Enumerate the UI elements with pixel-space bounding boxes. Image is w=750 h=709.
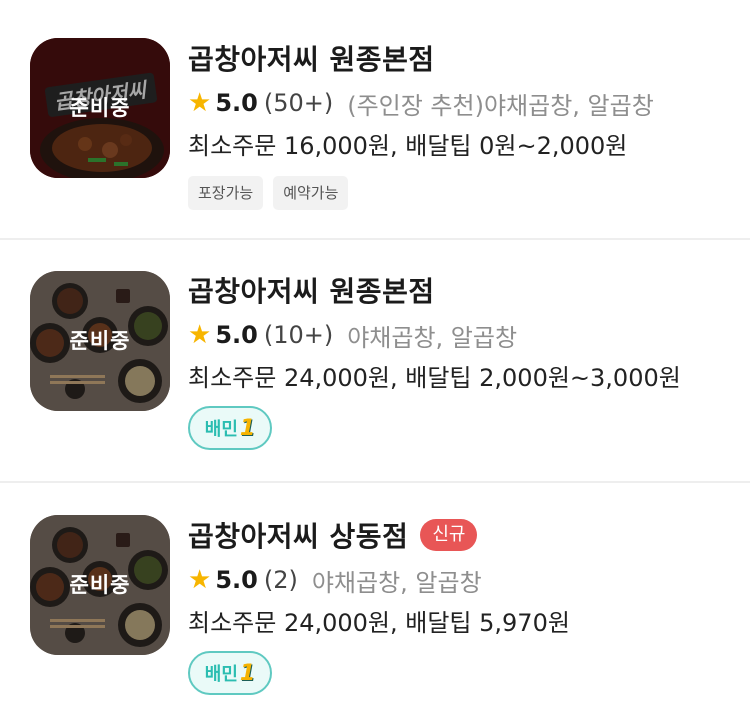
new-badge: 신규 [420, 519, 478, 551]
review-count: (10+) [263, 321, 334, 349]
rating-row: ★ 5.0 (10+) 야채곱창, 알곱창 [188, 320, 718, 352]
restaurant-list: 곱창아저씨 준비중 곱창아저씨 원종본점 ★ 5.0 (50+) (주인장 추천… [0, 0, 750, 709]
restaurant-name[interactable]: 곱창아저씨 원종본점 [188, 38, 435, 78]
review-count: (2) [263, 566, 298, 594]
baemin-badge-text: 배민 [204, 419, 238, 440]
restaurant-thumbnail[interactable]: 준비중 [30, 515, 170, 655]
menu-categories: (주인장 추천)야채곱창, 알곱창 [347, 91, 654, 120]
restaurant-card[interactable]: 준비중 곱창아저씨 상동점 신규 ★ 5.0 (2) 야채곱창, 알곱창 최소주… [0, 483, 750, 709]
restaurant-thumbnail[interactable]: 곱창아저씨 준비중 [30, 38, 170, 178]
restaurant-info: 곱창아저씨 원종본점 ★ 5.0 (10+) 야채곱창, 알곱창 최소주문 24… [188, 270, 718, 450]
menu-categories: 야채곱창, 알곱창 [311, 568, 482, 597]
menu-categories: 야채곱창, 알곱창 [347, 323, 518, 352]
restaurant-card[interactable]: 곱창아저씨 준비중 곱창아저씨 원종본점 ★ 5.0 (50+) (주인장 추천… [0, 0, 750, 240]
rating-value: 5.0 [215, 89, 258, 117]
baemin1-badge: 배민 1 [188, 651, 272, 695]
tag-list: 포장가능 예약가능 [188, 176, 718, 210]
rating-row: ★ 5.0 (50+) (주인장 추천)야채곱창, 알곱창 [188, 88, 718, 120]
rating-value: 5.0 [215, 566, 258, 594]
preparing-label: 준비중 [69, 329, 131, 353]
baemin1-badge: 배민 1 [188, 406, 272, 450]
restaurant-thumbnail[interactable]: 준비중 [30, 271, 170, 411]
order-info: 최소주문 24,000원, 배달팁 2,000원~3,000원 [188, 364, 681, 392]
star-icon: ★ [188, 88, 212, 118]
order-info: 최소주문 24,000원, 배달팁 5,970원 [188, 609, 570, 637]
baemin-badge-number: 1 [239, 660, 256, 686]
preparing-label: 준비중 [69, 573, 131, 597]
restaurant-name[interactable]: 곱창아저씨 상동점 [188, 515, 408, 555]
restaurant-info: 곱창아저씨 상동점 신규 ★ 5.0 (2) 야채곱창, 알곱창 최소주문 24… [188, 515, 718, 695]
rating-row: ★ 5.0 (2) 야채곱창, 알곱창 [188, 565, 718, 597]
baemin-badge-text: 배민 [204, 664, 238, 685]
tag-reservation: 예약가능 [273, 176, 349, 210]
restaurant-name[interactable]: 곱창아저씨 원종본점 [188, 270, 435, 310]
restaurant-info: 곱창아저씨 원종본점 ★ 5.0 (50+) (주인장 추천)야채곱창, 알곱창… [188, 38, 718, 210]
review-count: (50+) [263, 89, 334, 117]
rating-value: 5.0 [215, 321, 258, 349]
baemin-badge-number: 1 [239, 415, 256, 441]
tag-takeout: 포장가능 [188, 176, 264, 210]
restaurant-card[interactable]: 준비중 곱창아저씨 원종본점 ★ 5.0 (10+) 야채곱창, 알곱창 최소주… [0, 240, 750, 483]
preparing-label: 준비중 [69, 96, 131, 120]
star-icon: ★ [188, 320, 212, 350]
order-info: 최소주문 16,000원, 배달팁 0원~2,000원 [188, 132, 628, 160]
star-icon: ★ [188, 565, 212, 595]
